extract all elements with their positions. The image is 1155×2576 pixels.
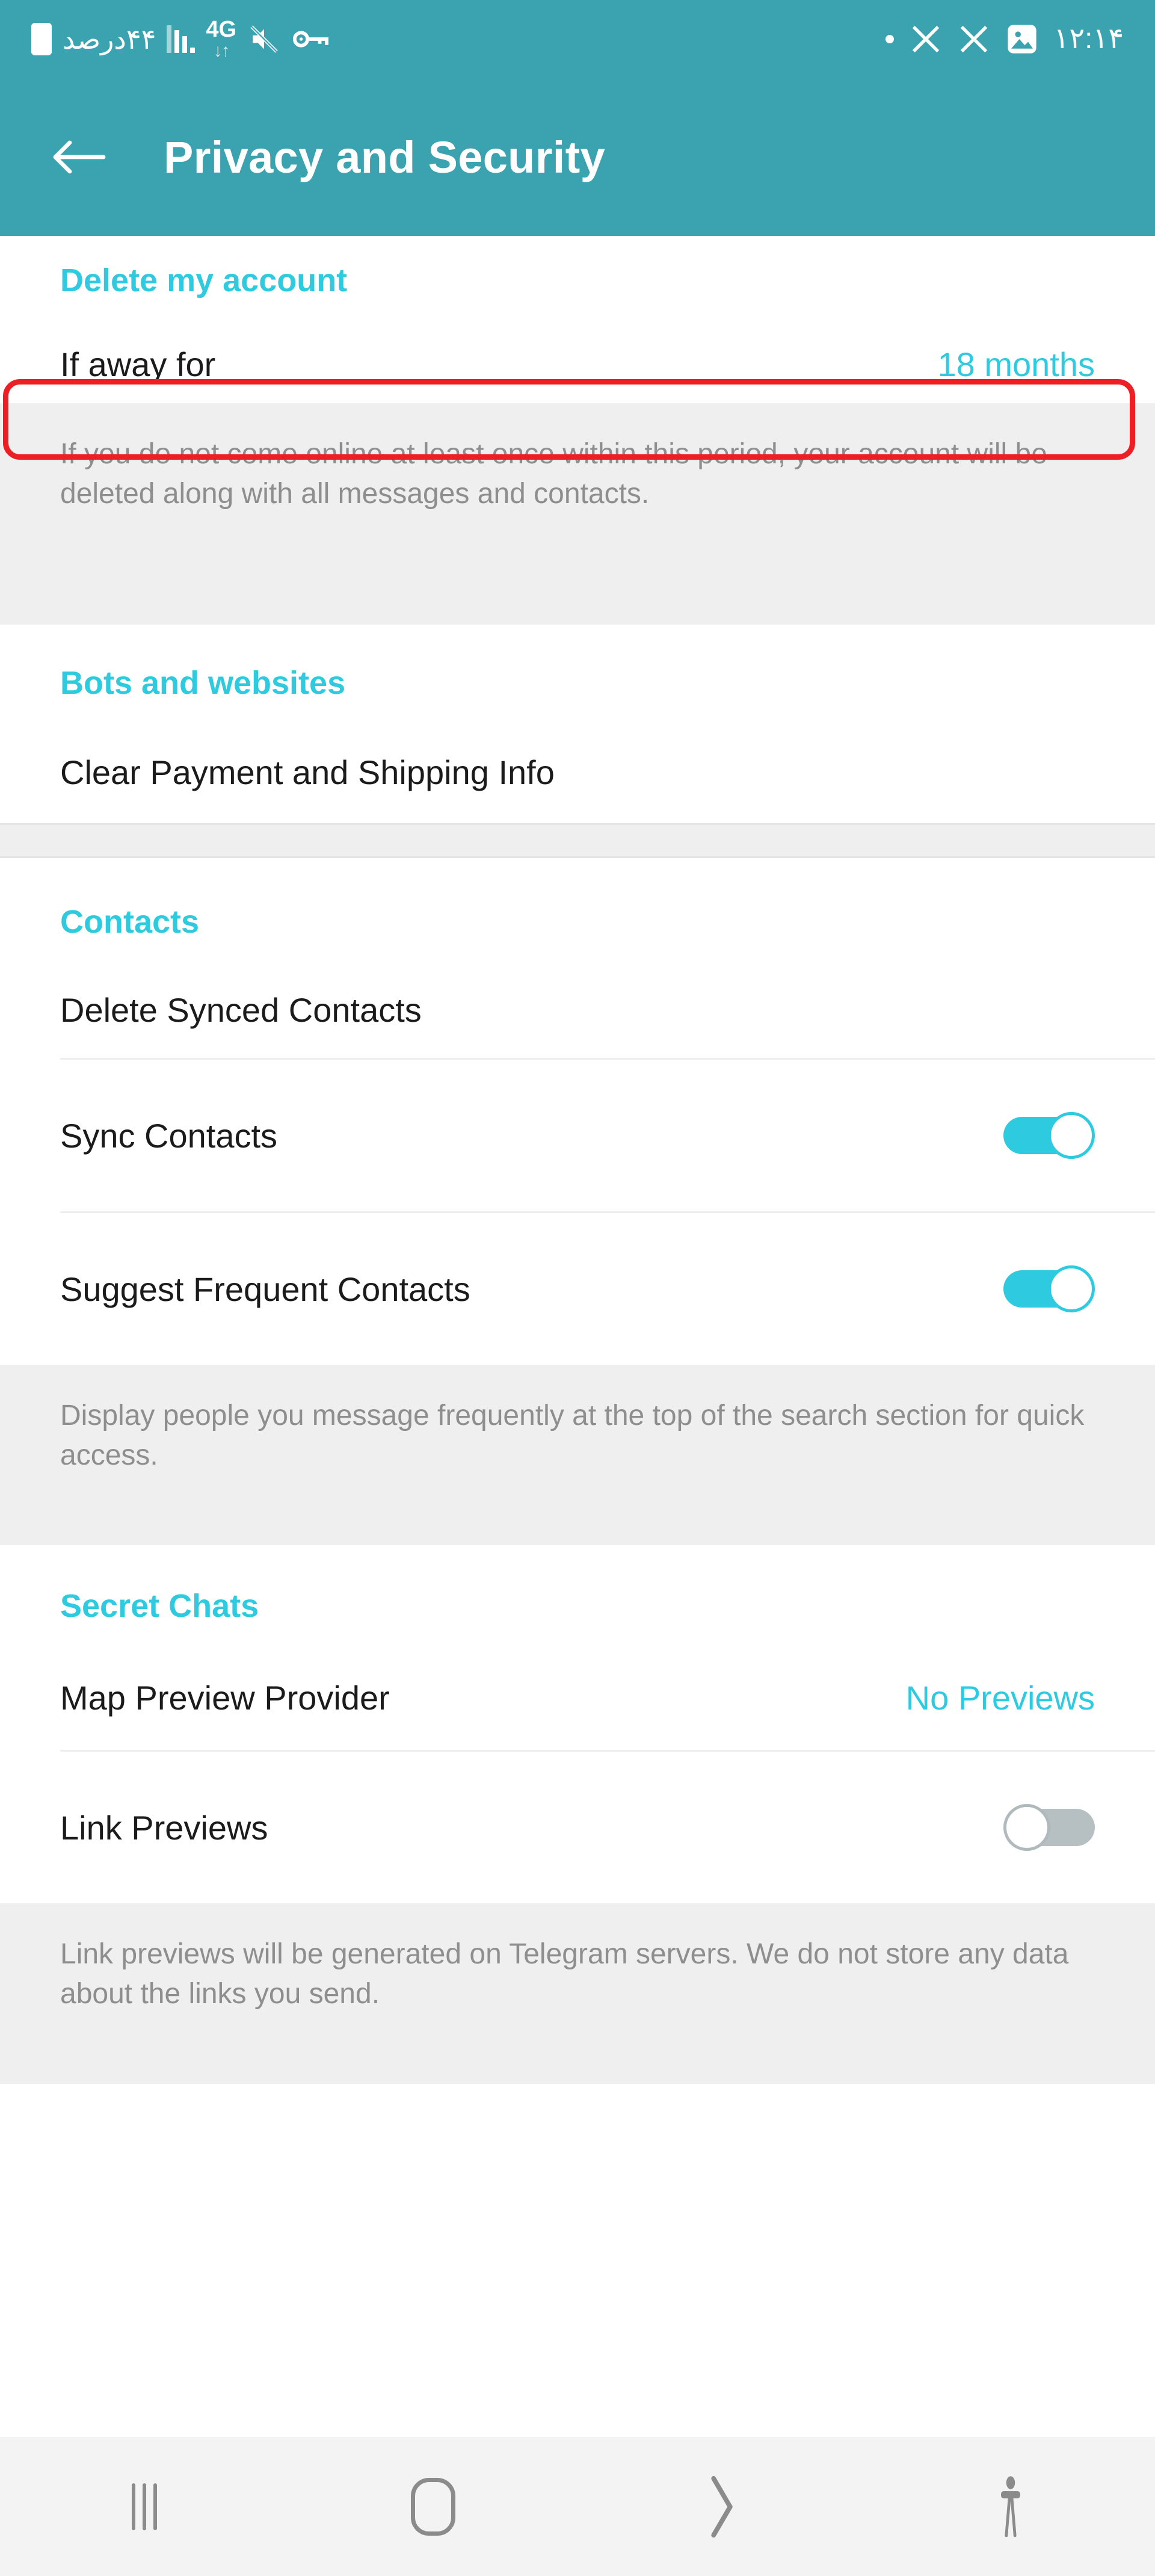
page-title: Privacy and Security <box>164 132 606 182</box>
footnote-link-previews: Link previews will be generated on Teleg… <box>0 1903 1155 2084</box>
x-app-icon <box>910 23 942 55</box>
dot-indicator-icon <box>885 35 894 43</box>
accessibility-person-icon[interactable] <box>866 2437 1155 2576</box>
battery-icon <box>31 23 52 55</box>
row-if-away-for[interactable]: If away for 18 months <box>0 325 1155 403</box>
toggle-link-previews[interactable] <box>1003 1804 1095 1851</box>
section-header-bots-websites: Bots and websites <box>60 665 346 701</box>
image-icon <box>1006 23 1038 55</box>
row-clear-payment-shipping[interactable]: Clear Payment and Shipping Info <box>0 721 1155 823</box>
section-header-secret-chats: Secret Chats <box>60 1588 259 1624</box>
row-delete-synced-contacts-label: Delete Synced Contacts <box>60 990 422 1029</box>
row-link-previews-label: Link Previews <box>60 1808 268 1847</box>
section-header-contacts: Contacts <box>60 904 200 940</box>
back-chevron-icon[interactable] <box>578 2437 866 2576</box>
status-bar: ۴۴درصد 4G ↓↑ ۱۲:۱۴ <box>0 0 1155 78</box>
volume-mute-icon <box>247 24 281 54</box>
row-clear-payment-shipping-label: Clear Payment and Shipping Info <box>60 753 555 791</box>
battery-percent-label: ۴۴درصد <box>63 23 156 55</box>
key-icon <box>292 28 329 51</box>
recents-icon[interactable] <box>0 2437 289 2576</box>
back-arrow-icon[interactable] <box>42 121 114 193</box>
clock-label: ۱۲:۱۴ <box>1053 23 1124 55</box>
system-navigation-bar <box>0 2437 1155 2576</box>
app-bar: Privacy and Security <box>0 78 1155 236</box>
row-map-preview-provider-value: No Previews <box>905 1678 1095 1717</box>
settings-list[interactable]: Delete my account If away for 18 months … <box>0 236 1155 2437</box>
row-map-preview-provider-label: Map Preview Provider <box>60 1678 390 1717</box>
home-icon[interactable] <box>289 2437 578 2576</box>
network-type-label: 4G <box>206 17 237 42</box>
section-header-delete-account: Delete my account <box>60 262 348 298</box>
row-link-previews[interactable]: Link Previews <box>0 1752 1155 1903</box>
row-suggest-frequent-contacts-label: Suggest Frequent Contacts <box>60 1270 470 1308</box>
toggle-suggest-frequent-contacts[interactable] <box>1003 1265 1095 1312</box>
network-type-indicator: 4G ↓↑ <box>206 18 236 60</box>
data-arrows-icon: ↓↑ <box>213 41 230 61</box>
footnote-delete-account: If you do not come online at least once … <box>0 403 1155 625</box>
row-if-away-for-value: 18 months <box>937 345 1095 383</box>
x-app-icon <box>958 23 990 55</box>
signal-bars-icon <box>167 25 196 53</box>
row-sync-contacts-label: Sync Contacts <box>60 1116 278 1155</box>
section-separator-band <box>0 823 1155 858</box>
status-bar-left: ۴۴درصد 4G ↓↑ <box>31 18 329 60</box>
status-bar-right: ۱۲:۱۴ <box>885 23 1124 55</box>
row-sync-contacts[interactable]: Sync Contacts <box>0 1060 1155 1211</box>
phone-screen: ۴۴درصد 4G ↓↑ ۱۲:۱۴ Privacy and Security … <box>0 0 1155 2576</box>
row-map-preview-provider[interactable]: Map Preview Provider No Previews <box>0 1645 1155 1750</box>
row-suggest-frequent-contacts[interactable]: Suggest Frequent Contacts <box>0 1213 1155 1365</box>
row-delete-synced-contacts[interactable]: Delete Synced Contacts <box>0 962 1155 1058</box>
row-if-away-for-label: If away for <box>60 345 216 383</box>
toggle-sync-contacts[interactable] <box>1003 1112 1095 1159</box>
footnote-suggest-frequent-contacts: Display people you message frequently at… <box>0 1365 1155 1545</box>
